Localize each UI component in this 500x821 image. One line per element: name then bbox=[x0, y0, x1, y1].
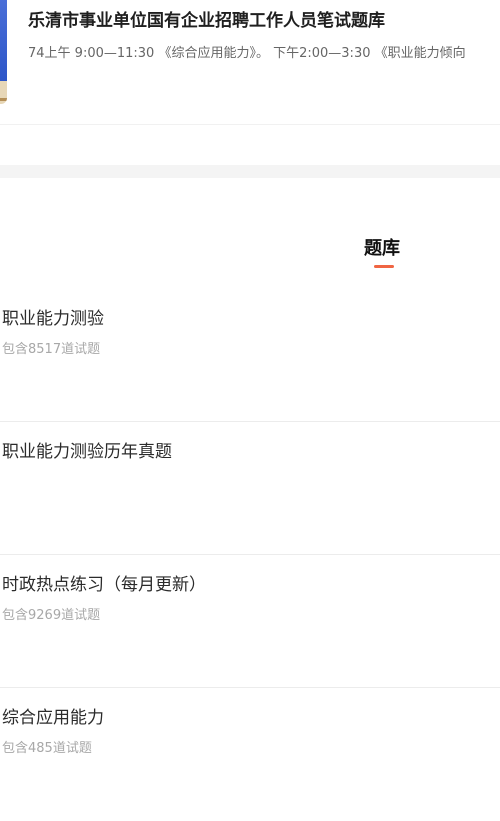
book-icon bbox=[0, 0, 7, 104]
divider-bar bbox=[0, 165, 500, 178]
list-item[interactable]: 综合应用能力 包含485道试题 bbox=[0, 688, 500, 821]
item-title: 综合应用能力 bbox=[2, 708, 104, 728]
item-count: 包含8517道试题 bbox=[2, 342, 101, 357]
item-title: 时政热点练习（每月更新） bbox=[2, 575, 206, 595]
list-item[interactable]: 时政热点练习（每月更新） 包含9269道试题 bbox=[0, 555, 500, 688]
active-tab-indicator bbox=[374, 265, 394, 268]
page-title: 乐清市事业单位国有企业招聘工作人员笔试题库 bbox=[28, 11, 385, 31]
exam-schedule-text: 74上午 9:00—11:30 《综合应用能力》。 下午2:00—3:30 《职… bbox=[28, 46, 466, 61]
list-item[interactable]: 职业能力测验历年真题 bbox=[0, 422, 500, 555]
header: 乐清市事业单位国有企业招聘工作人员笔试题库 74上午 9:00—11:30 《综… bbox=[0, 0, 500, 125]
item-count: 包含9269道试题 bbox=[2, 608, 101, 623]
item-title: 职业能力测验 bbox=[2, 309, 104, 329]
question-bank-list: 职业能力测验 包含8517道试题 职业能力测验历年真题 时政热点练习（每月更新）… bbox=[0, 289, 500, 821]
tab-question-bank[interactable]: 题库 bbox=[364, 237, 400, 261]
item-title: 职业能力测验历年真题 bbox=[2, 442, 172, 462]
tab-bar: 题库 bbox=[0, 217, 500, 289]
section-gap bbox=[0, 165, 500, 217]
item-count: 包含485道试题 bbox=[2, 741, 92, 756]
list-item[interactable]: 职业能力测验 包含8517道试题 bbox=[0, 289, 500, 422]
